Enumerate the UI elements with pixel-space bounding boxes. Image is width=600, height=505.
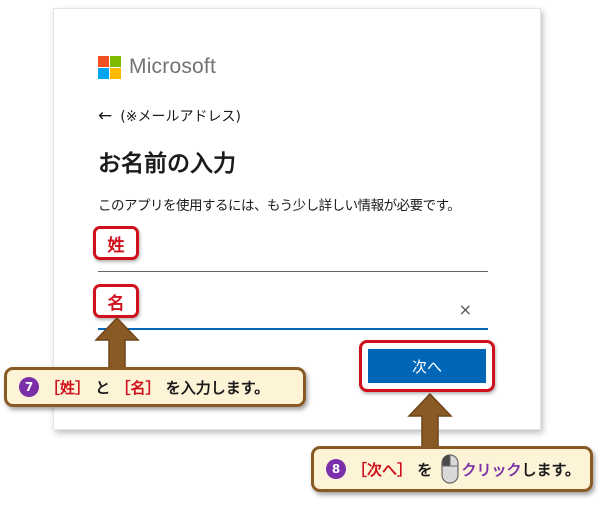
bracket-close: ］ — [145, 378, 161, 397]
first-name-input[interactable] — [98, 294, 462, 330]
next-button[interactable]: 次へ — [368, 349, 486, 383]
callout-word-next: 次へ — [367, 460, 398, 479]
callout-word-last-name: 姓 — [60, 378, 76, 397]
callout-rest: します。 — [521, 460, 581, 479]
mouse-icon — [440, 454, 459, 484]
last-name-input[interactable] — [98, 236, 462, 272]
last-name-field[interactable] — [98, 236, 488, 272]
step-number: 8 — [326, 459, 346, 479]
back-arrow-icon[interactable]: ← — [98, 106, 112, 126]
first-name-badge: 名 — [93, 284, 139, 318]
page-title: お名前の入力 — [98, 151, 236, 177]
last-name-underline — [98, 271, 488, 272]
first-name-field[interactable]: × — [98, 294, 488, 330]
email-label: (※メールアドレス) — [120, 109, 241, 125]
bracket-open: ［ — [45, 378, 61, 397]
last-name-badge: 姓 — [93, 226, 139, 260]
bracket-close: ］ — [75, 378, 91, 397]
instruction-callout-step7: 7 ［ 姓 ］ と ［ 名 ］ を入力します。 — [4, 367, 306, 407]
next-button-highlight: 次へ — [359, 340, 495, 392]
instruction-callout-step8: 8 ［ 次へ ］ を クリック します。 — [311, 446, 593, 492]
callout-action: クリック — [461, 460, 522, 479]
bracket-open: ［ — [115, 378, 131, 397]
arrow-up-icon — [407, 392, 453, 449]
callout-rest: を入力します。 — [160, 378, 270, 397]
clear-icon[interactable]: × — [459, 300, 472, 319]
bracket-close: ］ — [397, 460, 413, 479]
step-number: 7 — [19, 377, 39, 397]
first-name-underline — [98, 328, 488, 330]
callout-particle: を — [412, 460, 438, 479]
bracket-open: ［ — [352, 460, 368, 479]
callout-particle: と — [90, 378, 116, 397]
microsoft-logo: Microsoft — [98, 55, 216, 79]
microsoft-logo-icon — [98, 55, 121, 79]
callout-word-first-name: 名 — [130, 378, 146, 397]
back-row: ← (※メールアドレス) — [98, 106, 241, 126]
logo-text: Microsoft — [129, 55, 216, 78]
description-text: このアプリを使用するには、もう少し詳しい情報が必要です。 — [98, 198, 461, 214]
arrow-up-icon — [94, 316, 140, 371]
